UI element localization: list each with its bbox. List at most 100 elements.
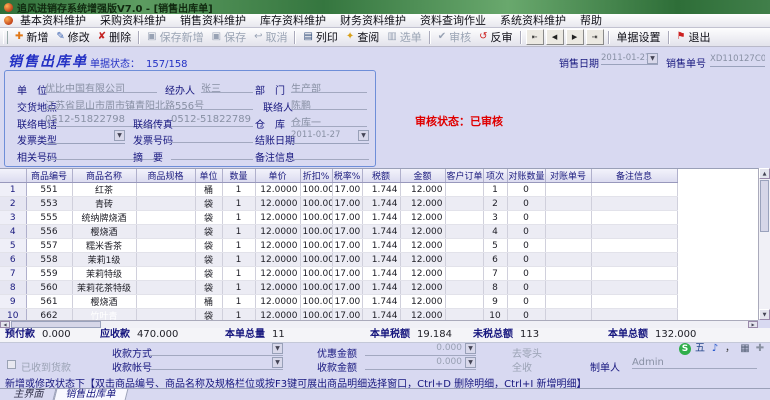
grid-cell[interactable]: 2 — [483, 196, 508, 211]
grid-cell[interactable]: 1.744 — [362, 238, 401, 253]
scroll-right-icon[interactable] — [748, 321, 758, 328]
grid-cell[interactable]: 12.0000 — [255, 280, 301, 295]
agent-field[interactable]: 张三 — [201, 80, 253, 93]
row-number[interactable]: 3 — [0, 210, 27, 225]
grid-header-8[interactable]: 税率% — [332, 169, 363, 183]
grid-cell[interactable] — [445, 238, 484, 253]
grid-header-11[interactable]: 客户订单 — [445, 169, 484, 183]
grid-cell[interactable]: 1.744 — [362, 266, 401, 281]
grid-cell[interactable] — [591, 224, 678, 239]
warehouse-field[interactable]: 仓库一 — [291, 114, 367, 127]
delivery-field[interactable]: 江苏省昆山市周市镇青阳北路556号 — [45, 97, 253, 110]
grid-cell[interactable] — [591, 266, 678, 281]
discount-amount-field[interactable]: 0.000 — [365, 343, 476, 356]
grid-cell[interactable]: 12.0000 — [255, 266, 301, 281]
summary-field[interactable] — [171, 147, 253, 160]
grid-cell[interactable]: 12.0000 — [255, 238, 301, 253]
grid-cell[interactable]: 6 — [483, 252, 508, 267]
grid-cell[interactable]: 1.744 — [362, 280, 401, 295]
menu-item-5[interactable]: 财务资料维护 — [333, 14, 413, 27]
receive-amount-dropdown-icon[interactable] — [465, 357, 476, 368]
grid-cell[interactable]: 17.00 — [332, 238, 363, 253]
grid-cell[interactable]: 17.00 — [332, 210, 363, 225]
grid-cell[interactable]: 12.0000 — [255, 182, 301, 197]
grid-cell[interactable]: 1 — [222, 224, 256, 239]
invoice-type-combo[interactable] — [45, 130, 125, 144]
grid-cell[interactable]: 12.0000 — [255, 196, 301, 211]
ime-punct-icon[interactable]: ， — [724, 343, 736, 355]
grid-cell[interactable]: 17.00 — [332, 266, 363, 281]
prev-record-button[interactable]: ◀ — [545, 29, 564, 45]
invoice-no-field[interactable] — [171, 130, 253, 143]
grid-cell[interactable] — [545, 294, 592, 309]
grid-cell[interactable] — [591, 238, 678, 253]
grid-cell[interactable]: 557 — [26, 238, 73, 253]
grid-cell[interactable] — [136, 210, 196, 225]
grid-header-3[interactable]: 商品规格 — [136, 169, 196, 183]
unaudit-button[interactable]: ↺ 反审 — [475, 29, 516, 46]
grid-cell[interactable]: 桶 — [195, 294, 223, 309]
row-number[interactable]: 9 — [0, 294, 27, 309]
row-number[interactable]: 5 — [0, 238, 27, 253]
grid-cell[interactable]: 100.00 — [300, 266, 333, 281]
grid-cell[interactable]: 4 — [483, 224, 508, 239]
grid-cell[interactable]: 561 — [26, 294, 73, 309]
grid-header-5[interactable]: 数量 — [222, 169, 256, 183]
menu-item-1[interactable]: 基本资料维护 — [13, 14, 93, 27]
grid-cell[interactable] — [591, 252, 678, 267]
grid-cell[interactable]: 100.00 — [300, 210, 333, 225]
grid-cell[interactable]: 9 — [483, 294, 508, 309]
remark-field[interactable] — [291, 147, 369, 160]
grid-cell[interactable]: 1.744 — [362, 224, 401, 239]
grid-cell[interactable]: 12.000 — [400, 196, 446, 211]
grid-cell[interactable]: 17.00 — [332, 294, 363, 309]
grid-cell[interactable]: 12.0000 — [255, 252, 301, 267]
grid-cell[interactable]: 桶 — [195, 182, 223, 197]
grid-cell[interactable] — [445, 280, 484, 295]
edit-button[interactable]: ✎ 修改 — [52, 29, 93, 46]
grid-cell[interactable] — [591, 196, 678, 211]
grid-cell[interactable]: 1.744 — [362, 294, 401, 309]
contact-field[interactable]: 陈鹏 — [291, 97, 367, 110]
grid-cell[interactable]: 556 — [26, 224, 73, 239]
grid-cell[interactable] — [136, 224, 196, 239]
discount-amount-dropdown-icon[interactable] — [465, 343, 476, 354]
invoice-type-dropdown-icon[interactable] — [114, 130, 125, 141]
grid-cell[interactable] — [136, 294, 196, 309]
grid-cell[interactable]: 袋 — [195, 238, 223, 253]
grid-cell[interactable]: 1 — [222, 280, 256, 295]
ime-menu-icon[interactable]: ✚ — [754, 343, 766, 355]
grid-cell[interactable]: 1.744 — [362, 252, 401, 267]
receive-amount-field[interactable]: 0.000 — [365, 357, 476, 370]
next-record-button[interactable]: ▶ — [565, 29, 584, 45]
grid-cell[interactable]: 17.00 — [332, 196, 363, 211]
grid-cell[interactable]: 559 — [26, 266, 73, 281]
grid-cell[interactable] — [445, 224, 484, 239]
grid-cell[interactable] — [136, 280, 196, 295]
grid-cell[interactable]: 12.000 — [400, 210, 446, 225]
row-number[interactable]: 7 — [0, 266, 27, 281]
grid-cell[interactable]: 17.00 — [332, 252, 363, 267]
grid-cell[interactable]: 1 — [483, 182, 508, 197]
grid-header-2[interactable]: 商品名称 — [72, 169, 137, 183]
horizontal-scroll-thumb[interactable] — [11, 321, 101, 328]
grid-cell[interactable] — [445, 252, 484, 267]
grid-vertical-scrollbar[interactable] — [758, 168, 770, 320]
grid-cell[interactable]: 12.0000 — [255, 224, 301, 239]
grid-cell[interactable]: 袋 — [195, 224, 223, 239]
grid-cell[interactable]: 12.0000 — [255, 294, 301, 309]
grid-header-1[interactable]: 商品编号 — [26, 169, 73, 183]
grid-cell[interactable]: 茉莉1级 — [72, 252, 137, 267]
grid-cell[interactable] — [545, 266, 592, 281]
grid-cell[interactable]: 17.00 — [332, 224, 363, 239]
menu-item-8[interactable]: 帮助 — [573, 14, 609, 27]
ime-logo-icon[interactable]: S — [679, 343, 691, 355]
grid-cell[interactable] — [545, 182, 592, 197]
grid-cell[interactable]: 0 — [507, 280, 546, 295]
grid-cell[interactable] — [591, 280, 678, 295]
row-number[interactable]: 6 — [0, 252, 27, 267]
grid-cell[interactable]: 0 — [507, 266, 546, 281]
grid-cell[interactable]: 100.00 — [300, 280, 333, 295]
grid-cell[interactable]: 樱烧酒 — [72, 294, 137, 309]
grid-cell[interactable]: 1 — [222, 266, 256, 281]
